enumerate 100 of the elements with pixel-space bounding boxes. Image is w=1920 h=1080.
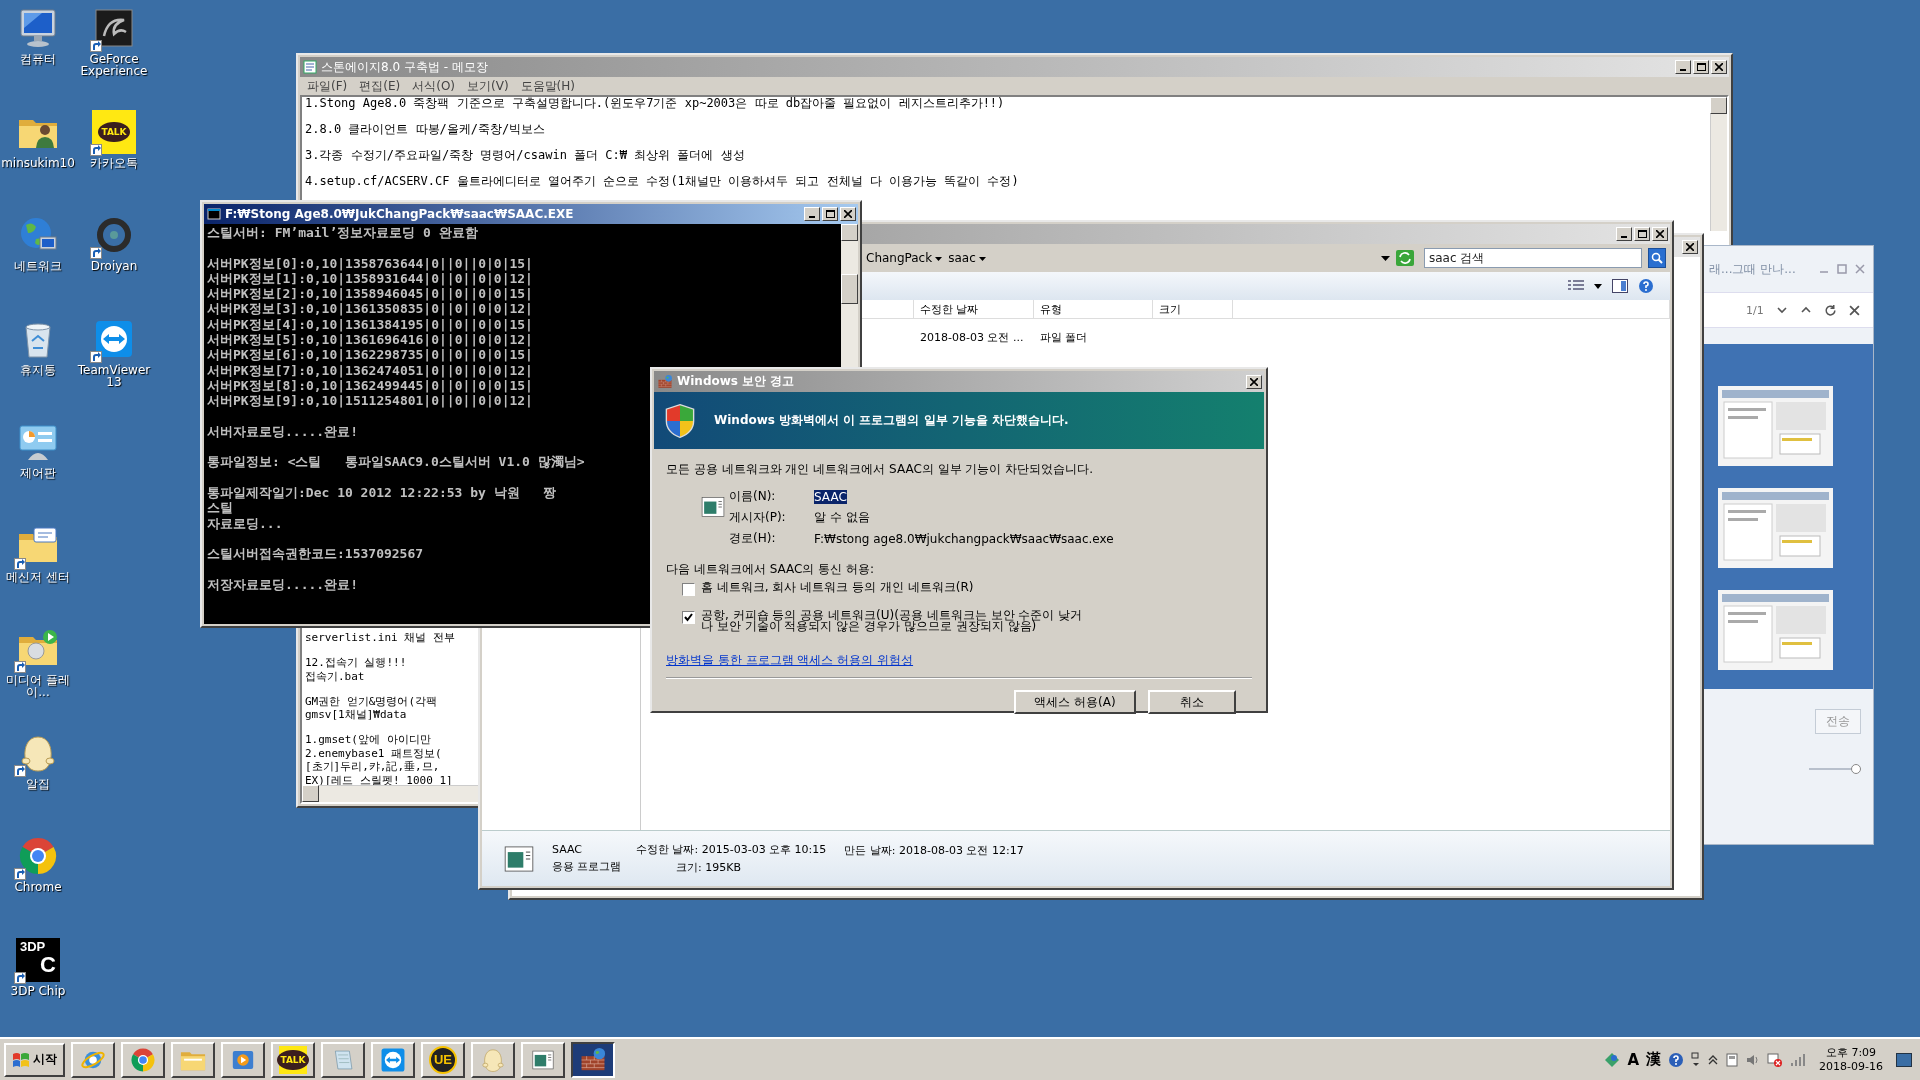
menu-item[interactable]: 서식(O) <box>407 77 461 95</box>
shortcut-arrow-icon <box>90 143 102 156</box>
horizontal-scrollbar[interactable] <box>302 785 478 802</box>
shortcut-arrow-icon <box>14 764 26 777</box>
cancel-button[interactable]: 취소 <box>1148 690 1236 714</box>
desktop-icon-label: 3DP Chip <box>10 984 66 997</box>
allow-button[interactable]: 액세스 허용(A) <box>1014 690 1136 714</box>
refresh-icon[interactable] <box>1396 250 1414 266</box>
ime-mode-indicator[interactable]: A <box>1627 1050 1640 1069</box>
taskbar-button[interactable]: UE <box>421 1041 465 1078</box>
preview-pane-icon[interactable] <box>1612 279 1628 293</box>
help-icon[interactable] <box>1668 1051 1685 1068</box>
field-value[interactable]: SAAC <box>814 489 847 504</box>
window-title: 스톤에이지8.0 구축법 - 메모장 <box>321 58 488 76</box>
console-line: 서버PK정보[2]:0,10|1358946045|0||0||0|0|15| <box>207 286 533 302</box>
shortcut-arrow-icon <box>14 661 26 673</box>
text-line: 1.Stong Age8.0 죽창팩 기준으로 구축설명합니다.(윈도우7기준 xp~2003은 따로 db잡아줄 필요없이 레지스트리추가!!) <box>305 97 1005 110</box>
breadcrumb-item[interactable]: saac <box>948 251 976 265</box>
checkbox-label[interactable]: 공항, 커피숍 등의 공용 네트워크(U)(공용 네트워크는 보안 수준이 낮거나 보안 기술이 적용되지 않은 경우가 많으므로 권장되지 않음) <box>701 610 1087 632</box>
close-icon[interactable] <box>1848 304 1860 316</box>
menu-item[interactable]: 도움말(H) <box>515 77 580 95</box>
chevron-down-icon[interactable] <box>1775 304 1788 316</box>
maximize-button[interactable] <box>822 207 838 221</box>
text-line: serverlist.ini 채널 전부 <box>305 631 455 645</box>
caret-icon[interactable] <box>1381 253 1390 263</box>
refresh-icon[interactable] <box>1823 303 1837 317</box>
chat-app-logo[interactable]: TALK <box>92 109 136 154</box>
text-line: [초기]두리,캬,記,垂,므, <box>305 760 440 774</box>
console-line: 서버PK정보[9]:0,10|1511254801|0||0||0|0|12| <box>207 393 533 409</box>
shortcut-arrow-icon <box>14 868 26 880</box>
vertical-scrollbar[interactable] <box>1710 97 1727 231</box>
menu-item[interactable]: 편집(E) <box>354 77 406 95</box>
search-icon <box>1651 252 1663 264</box>
checkbox[interactable] <box>682 611 695 624</box>
modified-date: 수정한 날짜: 2015-03-03 오후 10:15 <box>636 842 827 857</box>
caret-icon[interactable] <box>978 254 986 262</box>
field-label: 경로(H): <box>729 530 777 547</box>
caret-icon[interactable] <box>1594 282 1602 290</box>
desktop-icon-label: 카카오톡 <box>90 156 138 169</box>
taskbar-button[interactable] <box>571 1041 615 1078</box>
shortcut-arrow-icon <box>14 971 26 984</box>
field-label: 이름(N): <box>729 488 777 505</box>
chevron-up-icon[interactable] <box>1708 1053 1719 1066</box>
clock-time[interactable]: 오후 7:09 <box>1825 1045 1877 1060</box>
language-bar-icon[interactable] <box>1604 1051 1621 1068</box>
console-line: 서버PK정보[5]:0,10|1361696416|0||0||0|0|12| <box>207 332 533 348</box>
caret-icon[interactable] <box>935 254 943 262</box>
device-icon[interactable] <box>1725 1051 1740 1068</box>
file-size: 크기: 195KB <box>675 860 742 875</box>
notepad-icon <box>303 60 317 74</box>
help-link[interactable]: 방화벽을 통한 프로그램 액세스 허용의 위험성 <box>666 652 1252 669</box>
checkbox[interactable] <box>682 583 695 596</box>
clock-date[interactable]: 2018-09-16 <box>1819 1059 1883 1074</box>
field-label: 게시자(P): <box>729 509 787 526</box>
close-icon <box>844 210 852 218</box>
network-warning-icon[interactable] <box>1767 1051 1784 1068</box>
desktop-icon-label: 휴지통 <box>20 363 56 376</box>
view-options-icon[interactable] <box>1568 280 1584 292</box>
ime-mode-indicator[interactable]: 漢 <box>1646 1050 1662 1069</box>
app-logo: UE <box>429 1045 457 1074</box>
file-name: SAAC <box>552 843 584 856</box>
text-line: 12.접속기 실행!!! <box>305 656 407 670</box>
desktop-icon-label: 컴퓨터 <box>20 53 56 65</box>
vertical-scrollbar[interactable] <box>841 224 858 367</box>
maximize-icon <box>825 210 835 218</box>
search-button[interactable] <box>1648 248 1666 268</box>
maximize-icon <box>1637 230 1647 238</box>
window-title: Windows 보안 경고 <box>677 373 795 390</box>
app-logo[interactable]: 3DP C <box>16 937 60 982</box>
desktop-icon-label: Chrome <box>14 881 62 893</box>
search-field[interactable]: saac 검색 <box>1424 248 1642 268</box>
slider-thumb[interactable] <box>1851 764 1861 774</box>
shortcut-arrow-icon <box>90 247 102 259</box>
menu-item[interactable]: 보기(V) <box>462 77 514 95</box>
options-icon[interactable] <box>1691 1050 1702 1069</box>
show-desktop-button[interactable] <box>1896 1052 1912 1067</box>
minimize-button[interactable] <box>804 207 820 221</box>
text-line: 2.enemybase1 패트정보( <box>305 746 442 760</box>
windows-flag-icon <box>12 1051 30 1068</box>
chat-title: 래...그때 만나... <box>1709 260 1796 278</box>
close-button[interactable] <box>840 207 856 221</box>
start-button[interactable]: 시작 <box>4 1042 65 1077</box>
close-icon <box>1686 243 1694 251</box>
menu-item[interactable]: 파일(F) <box>302 77 353 95</box>
desktop-icon-label: 알집 <box>26 777 50 790</box>
console-line: 스틸서버: FM’mail’정보자료로딩 0 완료함 <box>207 225 478 241</box>
console-line: 서버PK정보[4]:0,10|1361384195|0||0||0|0|15| <box>207 316 533 333</box>
close-icon <box>1715 63 1723 71</box>
close-button[interactable] <box>1246 374 1262 389</box>
console-line: 서버PK정보[1]:0,10|1358931644|0||0||0|0|12| <box>207 270 533 287</box>
close-icon <box>1250 377 1258 386</box>
window-title: F:₩Stong Age8.0₩JukChangPack₩saac₩SAAC.EXE <box>225 207 574 221</box>
shortcut-arrow-icon <box>14 557 26 570</box>
console-line: 서버PK정보[6]:0,10|1362298735|0||0||0|0|15| <box>207 347 533 363</box>
checkbox-label[interactable]: 홈 네트워크, 회사 네트워크 등의 개인 네트워크(R) <box>701 582 974 593</box>
help-icon[interactable] <box>1638 278 1654 294</box>
dark-tile-icon[interactable] <box>92 6 136 50</box>
taskbar-button[interactable]: TALK <box>271 1041 315 1078</box>
breadcrumb-item[interactable]: ChangPack <box>866 251 933 265</box>
file-type: 응용 프로그램 <box>552 859 622 874</box>
